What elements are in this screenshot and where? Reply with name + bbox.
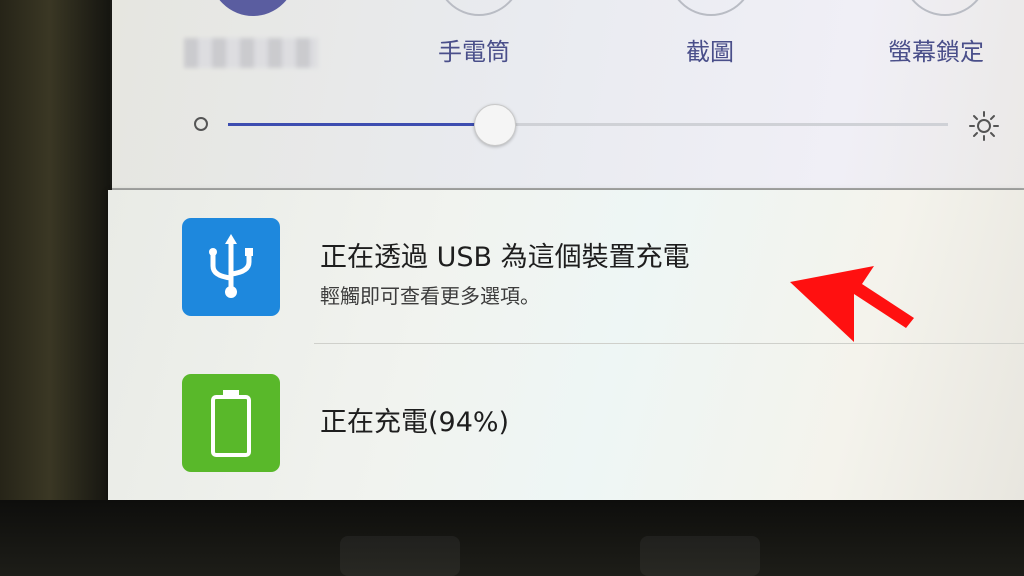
- red-arrow-annotation: [790, 266, 914, 342]
- flashlight-tile-icon[interactable]: [436, 0, 522, 16]
- screen-lock-tile-label[interactable]: 螢幕鎖定: [888, 32, 984, 67]
- brightness-slider-thumb[interactable]: [474, 104, 517, 146]
- quick-tile-1-icon[interactable]: [210, 0, 296, 16]
- usb-notification-subtitle: 輕觸即可查看更多選項。: [320, 284, 540, 308]
- quick-settings-panel: 手電筒 截圖 螢幕鎖定: [112, 0, 1024, 188]
- usb-notification-title: 正在透過 USB 為這個裝置充電: [320, 242, 690, 273]
- battery-notification-title: 正在充電(94%): [320, 407, 510, 438]
- screen-lock-tile-icon[interactable]: [902, 0, 988, 16]
- screenshot-tile-icon[interactable]: [668, 0, 754, 16]
- quick-tile-1-label-blurred: [184, 38, 318, 68]
- screenshot-tile-label[interactable]: 截圖: [686, 32, 734, 67]
- usb-icon: [182, 218, 280, 316]
- brightness-slider-fill: [228, 123, 495, 126]
- battery-icon: [182, 374, 280, 472]
- notification-card: 正在透過 USB 為這個裝置充電 輕觸即可查看更多選項。 正在充電(94%): [108, 190, 1024, 502]
- battery-charging-notification[interactable]: 正在充電(94%): [108, 344, 1024, 502]
- brightness-low-icon: [194, 117, 208, 131]
- brightness-high-icon: [969, 111, 999, 141]
- device-bezel-bottom: [0, 500, 1024, 576]
- flashlight-tile-label[interactable]: 手電筒: [438, 32, 510, 67]
- device-bezel-left: [0, 0, 110, 576]
